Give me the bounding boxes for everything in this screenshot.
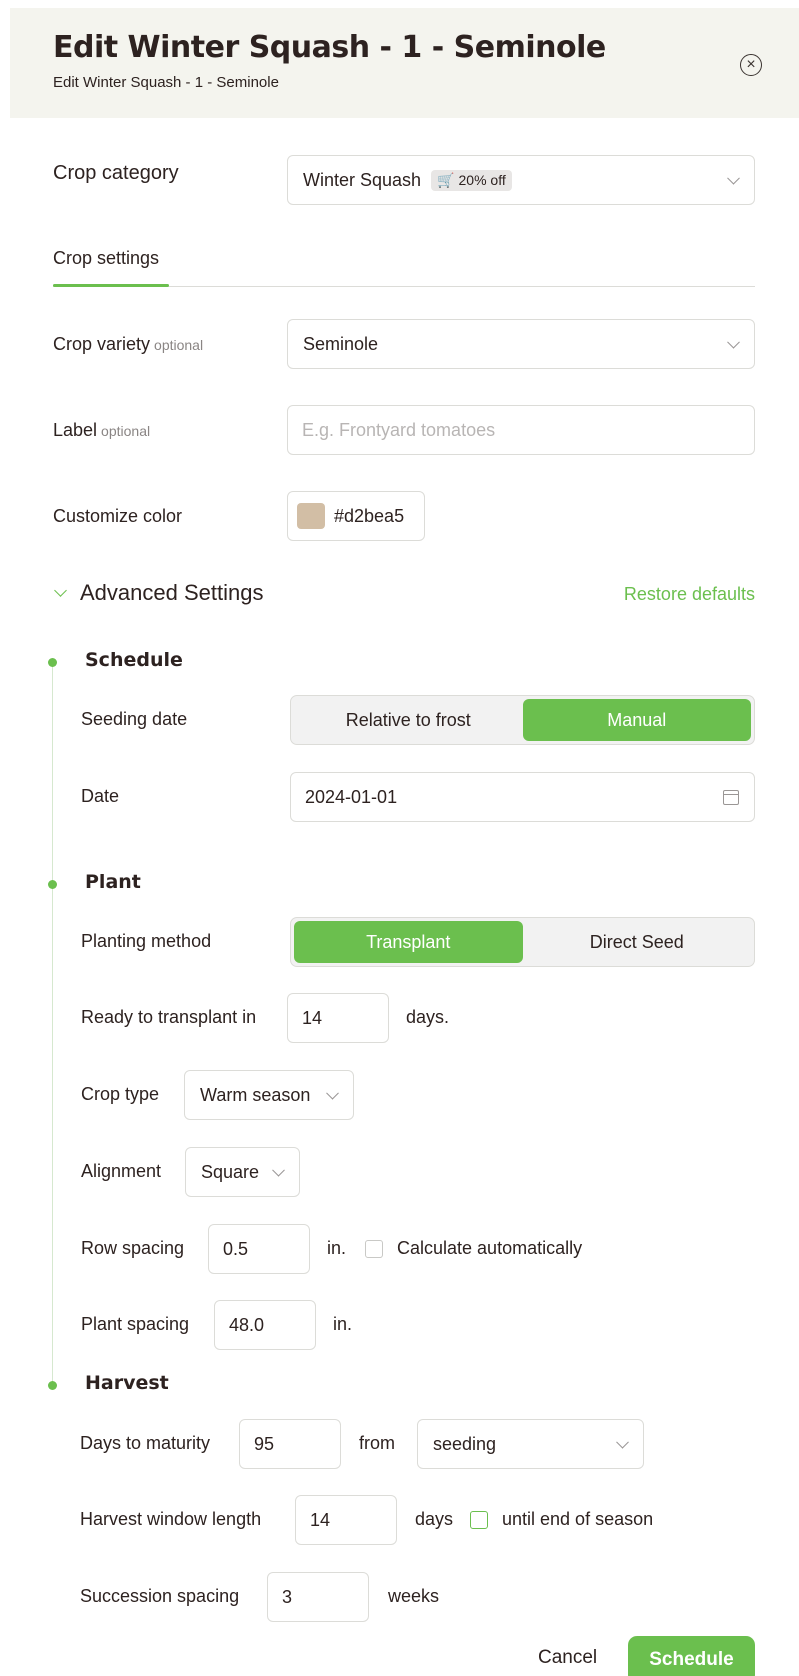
chevron-down-icon	[727, 171, 740, 185]
days-to-maturity-label: Days to maturity	[80, 1433, 211, 1453]
plant-spacing-value: 48.0	[229, 1314, 265, 1335]
discount-badge: 🛒 20% off	[431, 169, 512, 191]
timeline-dot	[48, 658, 57, 667]
ready-unit: days.	[406, 1007, 450, 1027]
seeding-date-toggle: Relative to frost Manual	[290, 695, 755, 745]
chevron-down-icon[interactable]	[54, 584, 67, 597]
plant-spacing-label: Plant spacing	[81, 1314, 190, 1334]
plant-spacing-input[interactable]: 48.0	[214, 1300, 316, 1350]
color-hex-value: #d2bea5	[334, 505, 405, 526]
succession-spacing-input[interactable]: 3	[267, 1572, 369, 1622]
crop-type-label: Crop type	[81, 1084, 160, 1104]
planting-method-toggle: Transplant Direct Seed	[290, 917, 755, 967]
timeline-dot	[48, 880, 57, 889]
schedule-button[interactable]: Schedule	[628, 1636, 755, 1676]
chevron-down-icon	[727, 335, 740, 349]
row-spacing-unit: in.	[327, 1238, 347, 1258]
alignment-label: Alignment	[81, 1161, 162, 1181]
modal-subtitle: Edit Winter Squash - 1 - Seminole	[53, 74, 279, 91]
crop-variety-select[interactable]: Seminole	[287, 319, 755, 369]
cancel-button[interactable]: Cancel	[538, 1647, 597, 1669]
seeding-relative-to-frost-option[interactable]: Relative to frost	[294, 699, 523, 741]
crop-type-select[interactable]: Warm season	[184, 1070, 354, 1120]
cart-icon: 🛒	[437, 171, 455, 188]
tab-active-indicator	[53, 284, 169, 287]
chevron-down-icon	[326, 1086, 339, 1100]
harvest-section-title: Harvest	[85, 1372, 169, 1394]
days-to-maturity-input[interactable]: 95	[239, 1419, 341, 1469]
chevron-down-icon	[272, 1163, 285, 1177]
label-field-label: Label optional	[53, 420, 150, 441]
tab-crop-settings[interactable]: Crop settings	[53, 248, 159, 269]
crop-category-select[interactable]: Winter Squash 🛒 20% off	[287, 155, 755, 205]
chevron-down-icon	[616, 1435, 629, 1449]
until-end-of-season-checkbox[interactable]	[470, 1511, 488, 1529]
crop-category-value: Winter Squash	[303, 169, 422, 190]
dtm-from-label: from	[359, 1433, 395, 1453]
alignment-value: Square	[201, 1161, 260, 1182]
crop-variety-label: Crop variety optional	[53, 334, 203, 355]
direct-seed-option[interactable]: Direct Seed	[523, 921, 752, 963]
maturity-from-value: seeding	[433, 1433, 497, 1454]
row-spacing-value: 0.5	[223, 1238, 249, 1259]
crop-variety-value: Seminole	[303, 333, 379, 354]
row-spacing-input[interactable]: 0.5	[208, 1224, 310, 1274]
until-end-of-season-label: until end of season	[502, 1509, 654, 1529]
ready-to-transplant-value: 14	[302, 1007, 323, 1028]
modal-title: Edit Winter Squash - 1 - Seminole	[53, 30, 606, 65]
date-label: Date	[81, 786, 120, 806]
date-input[interactable]: 2024-01-01	[290, 772, 755, 822]
row-spacing-label: Row spacing	[81, 1238, 185, 1258]
crop-type-value: Warm season	[200, 1084, 311, 1105]
plant-section-title: Plant	[85, 871, 141, 893]
ready-to-transplant-input[interactable]: 14	[287, 993, 389, 1043]
date-value: 2024-01-01	[305, 786, 398, 807]
succession-spacing-value: 3	[282, 1586, 293, 1607]
seeding-date-label: Seeding date	[81, 709, 188, 729]
crop-category-label: Crop category	[53, 162, 179, 184]
advanced-settings-toggle[interactable]: Advanced Settings	[80, 580, 263, 606]
alignment-select[interactable]: Square	[185, 1147, 300, 1197]
customize-color-label: Customize color	[53, 506, 183, 526]
crop-variety-label-text: Crop variety	[53, 334, 151, 354]
close-icon[interactable]: ×	[740, 54, 762, 76]
harvest-window-label: Harvest window length	[80, 1509, 262, 1529]
calculate-automatically-label: Calculate automatically	[397, 1238, 583, 1258]
calculate-automatically-checkbox[interactable]	[365, 1240, 383, 1258]
transplant-option[interactable]: Transplant	[294, 921, 523, 963]
planting-method-label: Planting method	[81, 931, 212, 951]
succession-spacing-label: Succession spacing	[80, 1586, 240, 1606]
discount-badge-text: 20% off	[458, 172, 506, 188]
optional-hint: optional	[154, 337, 204, 353]
plant-spacing-unit: in.	[333, 1314, 353, 1334]
calendar-icon[interactable]	[723, 790, 739, 805]
schedule-section-title: Schedule	[85, 649, 183, 671]
harvest-window-unit: days	[415, 1509, 454, 1529]
maturity-from-select[interactable]: seeding	[417, 1419, 644, 1469]
label-input[interactable]	[287, 405, 755, 455]
timeline-line	[52, 662, 53, 1386]
days-to-maturity-value: 95	[254, 1433, 275, 1454]
optional-hint: optional	[101, 423, 151, 439]
timeline-dot	[48, 1381, 57, 1390]
harvest-window-input[interactable]: 14	[295, 1495, 397, 1545]
seeding-manual-option[interactable]: Manual	[522, 699, 751, 741]
succession-spacing-unit: weeks	[388, 1586, 440, 1606]
restore-defaults-link[interactable]: Restore defaults	[624, 584, 755, 605]
label-field-label-text: Label	[53, 420, 98, 440]
ready-to-transplant-label: Ready to transplant in	[81, 1007, 257, 1027]
color-picker-button[interactable]: #d2bea5	[287, 491, 425, 541]
harvest-window-value: 14	[310, 1509, 331, 1530]
color-swatch	[297, 503, 325, 529]
